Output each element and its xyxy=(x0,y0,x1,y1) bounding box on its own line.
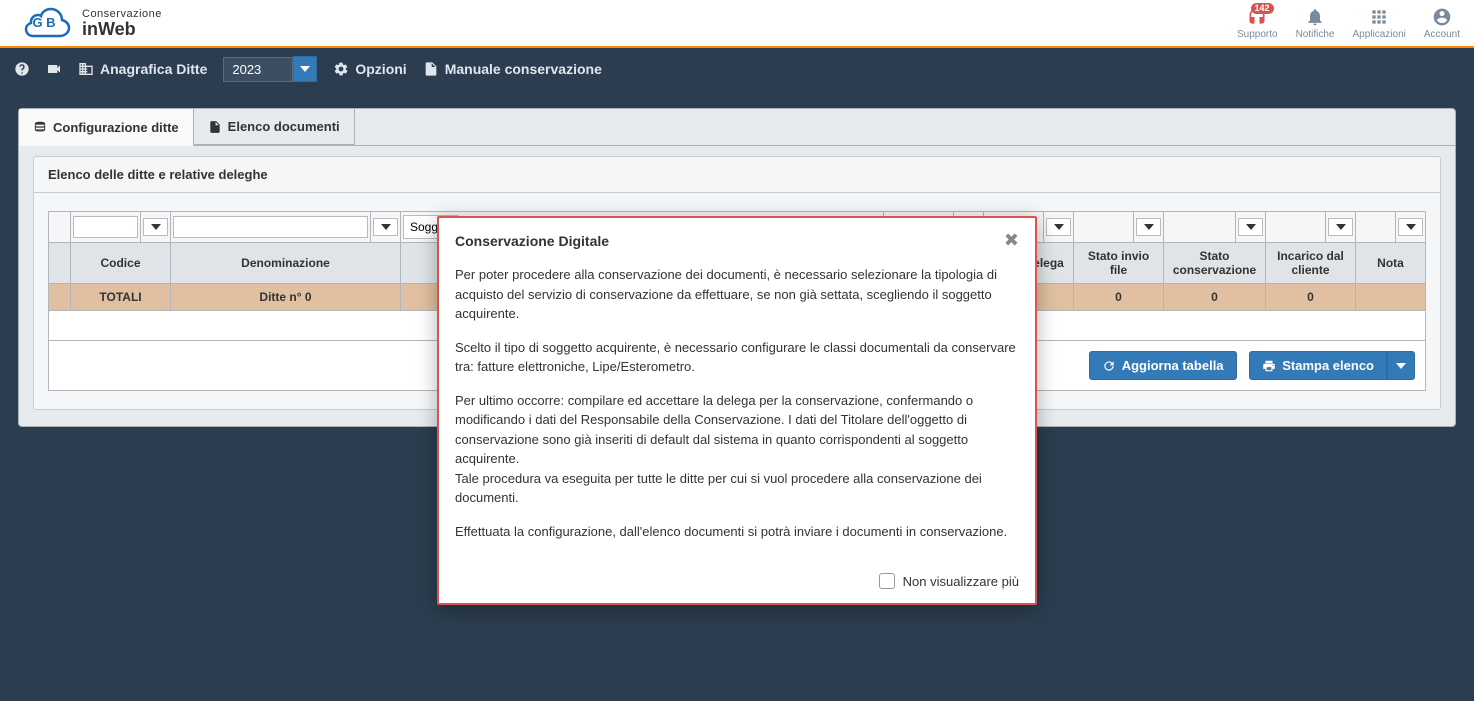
modal-header: Conservazione Digitale ✖ xyxy=(439,218,1035,261)
filter-denominazione-dd[interactable] xyxy=(373,218,398,236)
stampa-caret[interactable] xyxy=(1387,351,1415,380)
col-statoinvio: Stato invio file xyxy=(1074,243,1164,284)
manuale-label: Manuale conservazione xyxy=(445,61,602,77)
year-select xyxy=(223,56,317,82)
panel-title: Elenco delle ditte e relative deleghe xyxy=(34,157,1440,193)
modal-title: Conservazione Digitale xyxy=(455,233,609,249)
apps-label: Applicazioni xyxy=(1352,29,1405,40)
main-menu: Anagrafica Ditte Opzioni Manuale conserv… xyxy=(0,48,1474,90)
notifications-label: Notifiche xyxy=(1296,29,1335,40)
apps-icon[interactable]: Applicazioni xyxy=(1352,7,1405,40)
modal-p4: Effettuata la configurazione, dall'elenc… xyxy=(455,522,1019,542)
support-icon[interactable]: 142 Supporto xyxy=(1237,7,1278,40)
modal-dialog: Conservazione Digitale ✖ Per poter proce… xyxy=(437,216,1037,605)
col-statocons: Stato conservazione xyxy=(1164,243,1266,284)
account-icon[interactable]: Account xyxy=(1424,7,1460,40)
manuale-menu[interactable]: Manuale conservazione xyxy=(423,61,602,77)
account-label: Account xyxy=(1424,29,1460,40)
header-icons: 142 Supporto Notifiche Applicazioni Acco… xyxy=(1237,7,1460,40)
filter-esito-dd[interactable] xyxy=(1046,218,1071,236)
modal-p3a: Per ultimo occorre: compilare ed accetta… xyxy=(455,391,1019,469)
col-incarico: Incarico dal cliente xyxy=(1266,243,1356,284)
non-visualizzare-checkbox[interactable] xyxy=(879,573,895,589)
anagrafica-menu[interactable]: Anagrafica Ditte xyxy=(78,61,207,77)
aggiorna-button[interactable]: Aggiorna tabella xyxy=(1089,351,1237,380)
logo-cloud-icon: G B xyxy=(14,4,74,42)
year-input[interactable] xyxy=(223,57,293,82)
filter-nota-dd[interactable] xyxy=(1398,218,1423,236)
tabs: Configurazione ditte Elenco documenti xyxy=(19,109,1455,146)
tab-configurazione[interactable]: Configurazione ditte xyxy=(19,109,194,146)
totals-v3: 0 xyxy=(1074,284,1164,311)
opzioni-label: Opzioni xyxy=(355,61,406,77)
logo-text-top: Conservazione xyxy=(82,9,162,20)
modal-close-button[interactable]: ✖ xyxy=(1004,230,1019,251)
header-bar: G B Conservazione inWeb 142 Supporto Not… xyxy=(0,0,1474,48)
totals-label: TOTALI xyxy=(71,284,171,311)
aggiorna-label: Aggiorna tabella xyxy=(1122,358,1224,373)
help-icon[interactable] xyxy=(14,61,30,77)
modal-p3b: Tale procedura va eseguita per tutte le … xyxy=(455,469,1019,508)
year-dropdown-button[interactable] xyxy=(293,56,317,82)
logo[interactable]: G B Conservazione inWeb xyxy=(14,4,162,42)
totals-ditte: Ditte n° 0 xyxy=(171,284,401,311)
col-denominazione: Denominazione xyxy=(171,243,401,284)
filter-codice-dd[interactable] xyxy=(143,218,168,236)
tab-elenco-label: Elenco documenti xyxy=(228,119,340,134)
logo-text-bottom: inWeb xyxy=(82,20,162,38)
stampa-split: Stampa elenco xyxy=(1249,351,1415,380)
stampa-label: Stampa elenco xyxy=(1282,358,1374,373)
tab-configurazione-label: Configurazione ditte xyxy=(53,120,179,135)
modal-footer: Non visualizzare più xyxy=(439,567,1035,603)
opzioni-menu[interactable]: Opzioni xyxy=(333,61,406,77)
anagrafica-label: Anagrafica Ditte xyxy=(100,61,207,77)
filter-statoinvio-dd[interactable] xyxy=(1136,218,1161,236)
non-visualizzare-label: Non visualizzare più xyxy=(903,574,1019,589)
video-icon[interactable] xyxy=(46,61,62,77)
svg-text:G B: G B xyxy=(32,15,55,30)
filter-incarico-dd[interactable] xyxy=(1328,218,1353,236)
support-label: Supporto xyxy=(1237,29,1278,40)
totals-v5: 0 xyxy=(1266,284,1356,311)
modal-p2: Scelto il tipo di soggetto acquirente, è… xyxy=(455,338,1019,377)
modal-p1: Per poter procedere alla conservazione d… xyxy=(455,265,1019,324)
filter-denominazione[interactable] xyxy=(173,216,368,238)
filter-statocons-dd[interactable] xyxy=(1238,218,1263,236)
tab-elenco[interactable]: Elenco documenti xyxy=(194,109,355,145)
support-badge: 142 xyxy=(1251,3,1274,14)
col-codice: Codice xyxy=(71,243,171,284)
totals-v4: 0 xyxy=(1164,284,1266,311)
stampa-button[interactable]: Stampa elenco xyxy=(1249,351,1387,380)
modal-body: Per poter procedere alla conservazione d… xyxy=(439,261,1035,567)
filter-codice[interactable] xyxy=(73,216,138,238)
notifications-icon[interactable]: Notifiche xyxy=(1296,7,1335,40)
col-nota: Nota xyxy=(1356,243,1426,284)
